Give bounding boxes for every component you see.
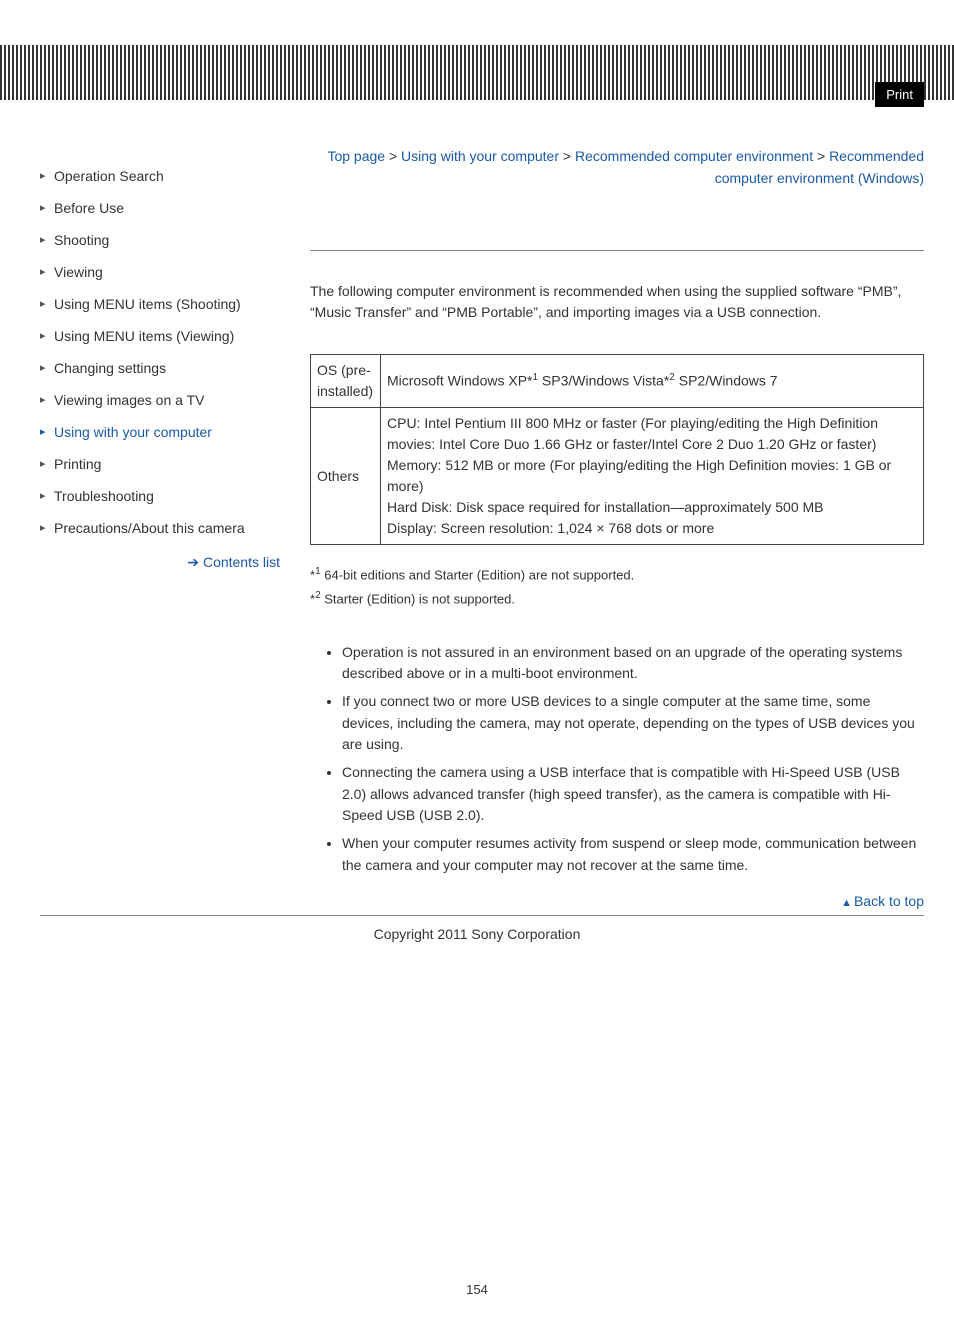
list-item: If you connect two or more USB devices t… — [342, 688, 924, 759]
os-text-post: SP2/Windows 7 — [675, 373, 778, 389]
sidebar-item-operation-search[interactable]: Operation Search — [40, 160, 285, 192]
os-label-cell: OS (pre-installed) — [311, 355, 381, 408]
arrow-right-icon: ➔ — [187, 554, 199, 570]
footnote-text: 64-bit editions and Starter (Edition) ar… — [321, 567, 635, 582]
triangle-up-icon: ▲ — [841, 897, 852, 909]
others-label-cell: Others — [311, 408, 381, 545]
sidebar-item-before-use[interactable]: Before Use — [40, 192, 285, 224]
specs-table: OS (pre-installed) Microsoft Windows XP*… — [310, 354, 924, 545]
list-item: Operation is not assured in an environme… — [342, 639, 924, 688]
intro-paragraph: The following computer environment is re… — [310, 281, 924, 324]
copyright: Copyright 2011 Sony Corporation — [0, 916, 954, 982]
breadcrumb-l2[interactable]: Recommended computer environment — [575, 148, 813, 164]
memory-line: Memory: 512 MB or more (For playing/edit… — [387, 455, 917, 497]
table-row: OS (pre-installed) Microsoft Windows XP*… — [311, 355, 924, 408]
header-stripes — [0, 45, 954, 100]
notes-list: Operation is not assured in an environme… — [310, 639, 924, 880]
os-text-pre: Microsoft Windows XP* — [387, 373, 532, 389]
main-content: Top page > Using with your computer > Re… — [285, 115, 924, 915]
sidebar-item-menu-viewing[interactable]: Using MENU items (Viewing) — [40, 320, 285, 352]
back-to-top-link[interactable]: Back to top — [854, 893, 924, 909]
os-text-mid: SP3/Windows Vista* — [538, 373, 669, 389]
contents-list-link[interactable]: Contents list — [203, 554, 280, 570]
breadcrumb-sep: > — [813, 148, 829, 164]
sidebar-item-menu-shooting[interactable]: Using MENU items (Shooting) — [40, 288, 285, 320]
back-to-top-wrap: ▲Back to top — [310, 893, 924, 909]
list-item: When your computer resumes activity from… — [342, 830, 924, 879]
sidebar-item-precautions[interactable]: Precautions/About this camera — [40, 512, 285, 544]
sidebar-item-shooting[interactable]: Shooting — [40, 224, 285, 256]
os-value-cell: Microsoft Windows XP*1 SP3/Windows Vista… — [381, 355, 924, 408]
footnote-text: Starter (Edition) is not supported. — [321, 591, 515, 606]
contents-list-wrap: ➔Contents list — [40, 544, 285, 571]
harddisk-line: Hard Disk: Disk space required for insta… — [387, 497, 917, 518]
sidebar-item-troubleshooting[interactable]: Troubleshooting — [40, 480, 285, 512]
notes-section: Operation is not assured in an environme… — [310, 639, 924, 880]
sidebar-item-using-computer[interactable]: Using with your computer — [40, 416, 285, 448]
sidebar-item-viewing[interactable]: Viewing — [40, 256, 285, 288]
breadcrumb: Top page > Using with your computer > Re… — [310, 145, 924, 190]
cpu-line: CPU: Intel Pentium III 800 MHz or faster… — [387, 413, 917, 455]
breadcrumb-l1[interactable]: Using with your computer — [401, 148, 559, 164]
sidebar-item-viewing-tv[interactable]: Viewing images on a TV — [40, 384, 285, 416]
display-line: Display: Screen resolution: 1,024 × 768 … — [387, 518, 917, 539]
sidebar-item-printing[interactable]: Printing — [40, 448, 285, 480]
footnote-2: *2 Starter (Edition) is not supported. — [310, 587, 924, 611]
table-row: Others CPU: Intel Pentium III 800 MHz or… — [311, 408, 924, 545]
sidebar: Operation Search Before Use Shooting Vie… — [40, 115, 285, 915]
breadcrumb-sep: > — [385, 148, 401, 164]
list-item: Connecting the camera using a USB interf… — [342, 759, 924, 830]
others-value-cell: CPU: Intel Pentium III 800 MHz or faster… — [381, 408, 924, 545]
footnotes: *1 64-bit editions and Starter (Edition)… — [310, 563, 924, 610]
footnote-1: *1 64-bit editions and Starter (Edition)… — [310, 563, 924, 587]
divider — [310, 250, 924, 251]
print-button[interactable]: Print — [875, 82, 924, 107]
sidebar-item-changing-settings[interactable]: Changing settings — [40, 352, 285, 384]
page-number: 154 — [0, 982, 954, 1317]
header-band: Print — [0, 45, 954, 115]
breadcrumb-sep: > — [559, 148, 575, 164]
breadcrumb-top[interactable]: Top page — [327, 148, 385, 164]
